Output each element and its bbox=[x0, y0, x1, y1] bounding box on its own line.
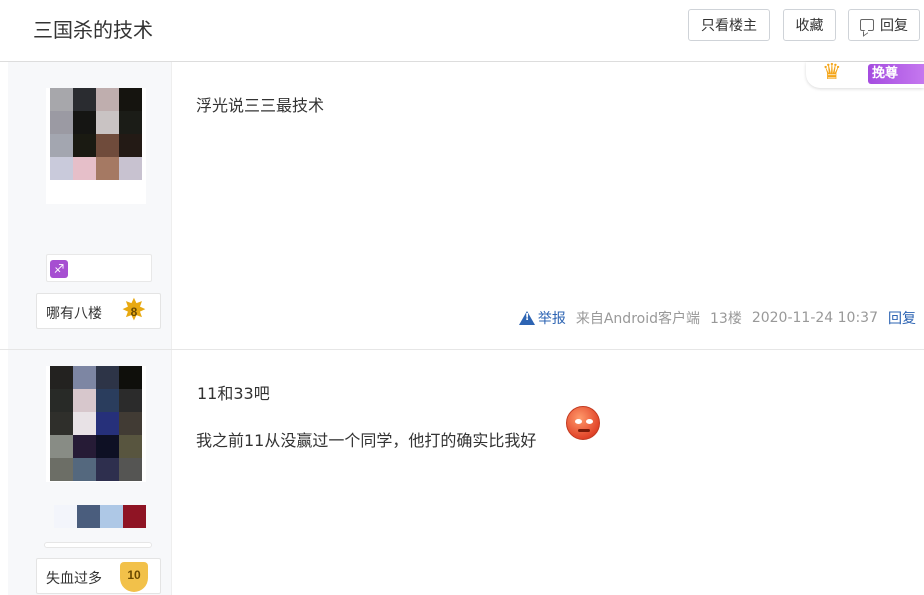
post-content-line: 11和33吧 bbox=[197, 384, 270, 403]
level-name: 失血过多 bbox=[46, 571, 102, 587]
thread-header: 三国杀的技术 只看楼主 收藏 回复 bbox=[0, 0, 924, 62]
post-floor: 13楼 bbox=[710, 311, 742, 327]
sagittarius-icon: ♐ bbox=[50, 260, 68, 278]
avatar[interactable] bbox=[46, 88, 146, 204]
reply-button[interactable]: 回复 bbox=[848, 9, 920, 41]
comment-icon bbox=[860, 19, 874, 31]
post-reply-link[interactable]: 回复 bbox=[888, 308, 916, 328]
level-number: 8 bbox=[130, 305, 138, 319]
post-source: 来自Android客户端 bbox=[575, 311, 700, 327]
user-level[interactable]: 失血过多 10 bbox=[36, 558, 161, 594]
level-name: 哪有八楼 bbox=[46, 306, 102, 322]
post-content-line: 我之前11从没赢过一个同学，他打的确实比我好 bbox=[196, 431, 537, 450]
post-time: 2020-11-24 10:37 bbox=[751, 310, 878, 326]
report-link[interactable]: 举报 bbox=[518, 308, 566, 328]
smirk-emoji-icon bbox=[566, 406, 600, 440]
post-floor-14: 失血过多 10 11和33吧 我之前11从没赢过一个同学，他打的确实比我好 bbox=[0, 350, 924, 595]
user-sidebar: 失血过多 10 bbox=[8, 350, 172, 595]
user-badge-box: ♐ bbox=[46, 254, 152, 282]
crown-icon: ♛ bbox=[822, 59, 842, 84]
report-label: 举报 bbox=[537, 311, 566, 327]
vip-strip[interactable]: ♛ 挽尊 bbox=[806, 59, 924, 88]
user-exp-bar bbox=[44, 542, 152, 548]
favorite-button[interactable]: 收藏 bbox=[783, 9, 836, 41]
post-meta: 举报 来自Android客户端 13楼 2020-11-24 10:37 回复 bbox=[518, 308, 916, 328]
warning-icon bbox=[518, 311, 535, 325]
post-content: 浮光说三三最技术 bbox=[196, 96, 325, 115]
level-shield-icon: 10 bbox=[120, 562, 148, 592]
user-sidebar: ♐ 哪有八楼 ✸ 8 bbox=[8, 62, 172, 349]
user-level[interactable]: 哪有八楼 ✸ 8 bbox=[36, 293, 161, 329]
only-op-button[interactable]: 只看楼主 bbox=[688, 9, 770, 41]
reply-button-label: 回复 bbox=[880, 18, 908, 34]
user-badge-swatches bbox=[54, 505, 146, 528]
avatar[interactable] bbox=[46, 366, 146, 482]
post-floor-13: ♐ 哪有八楼 ✸ 8 浮光说三三最技术 举报 来自Android客户端 13楼 … bbox=[0, 62, 924, 350]
thread-title: 三国杀的技术 bbox=[33, 18, 153, 42]
vip-badge: 挽尊 bbox=[868, 64, 924, 84]
